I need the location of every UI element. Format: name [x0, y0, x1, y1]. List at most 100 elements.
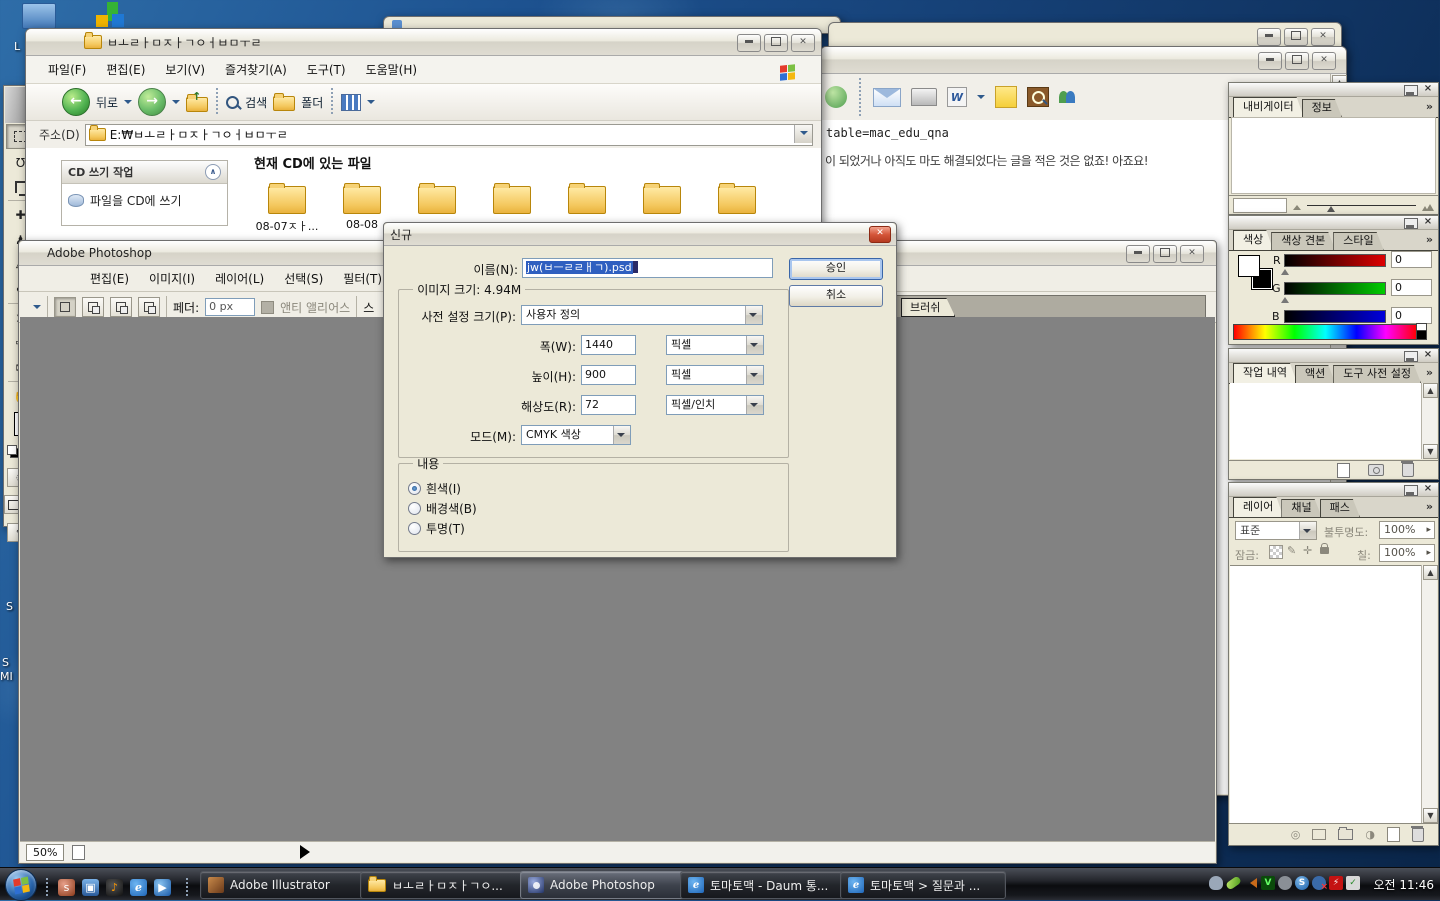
b-value-field[interactable]: 0 [1391, 307, 1432, 324]
minimize-icon[interactable] [1404, 485, 1418, 496]
delete-state-icon[interactable] [1402, 463, 1414, 477]
folders-button[interactable] [273, 94, 295, 110]
menu-file[interactable]: 파일(F) [39, 58, 95, 81]
tab-channels[interactable]: 채널 [1281, 499, 1321, 517]
folder-item[interactable] [643, 186, 681, 214]
fill-field[interactable]: 100% [1379, 544, 1435, 562]
views-icon[interactable] [341, 94, 361, 111]
address-input[interactable]: E:₩ㅂㅗㄹㅏㅁㅈㅏㄱㅇㅓㅂㅁㅜㄹ [85, 124, 813, 146]
radio-background-row[interactable]: 배경색(B) [408, 500, 477, 517]
close-button[interactable]: ✕ [869, 226, 891, 243]
maximize-button[interactable] [1285, 52, 1309, 70]
menu-favorites[interactable]: 즐겨찾기(A) [216, 58, 296, 81]
quicklaunch-ie-icon[interactable]: e [130, 879, 147, 896]
r-value-field[interactable]: 0 [1391, 251, 1432, 268]
window-controls[interactable]: ✕ [1258, 52, 1336, 70]
zoom-slider[interactable] [1307, 205, 1416, 206]
palette-menu-icon[interactable]: » [1426, 233, 1433, 246]
menu-select[interactable]: 선택(S) [275, 268, 332, 289]
maximize-button[interactable] [764, 34, 788, 52]
power-alert-icon[interactable]: ⚡ [1329, 876, 1343, 890]
close-button[interactable]: ✕ [1180, 245, 1204, 263]
folder-item[interactable] [718, 186, 756, 214]
menu-view[interactable]: 보기(V) [156, 58, 214, 81]
tab-navigator[interactable]: 내비게이터 [1233, 97, 1304, 117]
taskbar-button-folder[interactable]: ㅂㅗㄹㅏㅁㅈㅏㄱㅇ... [360, 871, 526, 899]
tab-info[interactable]: 정보 [1302, 99, 1342, 117]
layers-scrollbar[interactable]: ▲ ▼ [1421, 565, 1437, 823]
g-slider[interactable] [1284, 282, 1386, 295]
minimize-button[interactable] [1258, 52, 1282, 70]
g-value-field[interactable]: 0 [1391, 279, 1432, 296]
width-input[interactable]: 1440 [581, 335, 636, 355]
tab-history[interactable]: 작업 내역 [1233, 363, 1297, 383]
tab-swatches[interactable]: 색상 견본 [1271, 232, 1335, 250]
opacity-field[interactable]: 100% [1379, 521, 1435, 539]
start-button[interactable] [5, 869, 37, 901]
brushes-palette-tab[interactable]: 브러쉬 [901, 298, 955, 317]
taskbar-button-qna[interactable]: e 토마토맥 > 질문과 ... [840, 871, 1006, 899]
word-icon[interactable]: W [947, 87, 967, 107]
resolution-input[interactable]: 72 [581, 395, 636, 415]
minimize-icon[interactable] [1404, 85, 1418, 96]
height-input[interactable]: 900 [581, 365, 636, 385]
b-slider[interactable] [1284, 310, 1386, 323]
folder-label[interactable]: 08-07ㅈㅏ... [251, 218, 323, 234]
tab-tool-presets[interactable]: 도구 사전 설정 [1333, 365, 1421, 383]
height-unit-select[interactable]: 픽셀 [666, 365, 764, 385]
width-unit-select[interactable]: 픽셀 [666, 335, 764, 355]
intersect-selection-button[interactable] [138, 297, 160, 317]
folders-label[interactable]: 폴더 [301, 94, 323, 111]
menu-tools[interactable]: 도구(T) [298, 58, 355, 81]
tab-layers[interactable]: 레이어 [1233, 497, 1283, 517]
pointer-icon[interactable] [1209, 876, 1223, 890]
document-info-icon[interactable] [72, 845, 85, 860]
palette-title-bar[interactable]: × [1229, 349, 1438, 363]
g-slider-thumb[interactable] [1281, 293, 1289, 303]
back-dropdown-icon[interactable] [124, 100, 132, 108]
close-button[interactable]: ✕ [1312, 52, 1336, 70]
minimize-button[interactable] [1126, 245, 1150, 263]
back-label[interactable]: 뒤로 [96, 94, 118, 111]
window-controls[interactable]: ✕ [1126, 245, 1204, 263]
close-icon[interactable]: × [1422, 83, 1434, 94]
zoom-out-icon[interactable] [1293, 201, 1301, 210]
minimize-icon[interactable] [1404, 218, 1418, 229]
default-colors-icon2[interactable] [7, 445, 17, 455]
menu-edit[interactable]: 편집(E) [81, 268, 138, 289]
add-selection-button[interactable] [82, 297, 104, 317]
adjustment-layer-icon[interactable]: ◑ [1365, 828, 1375, 841]
lock-all-icon[interactable] [1320, 547, 1329, 554]
resolution-unit-select[interactable]: 픽셀/인치 [666, 395, 764, 415]
window-controls[interactable]: ✕ [1257, 28, 1335, 46]
palette-menu-icon[interactable]: » [1426, 366, 1433, 379]
preset-select[interactable]: 사용자 정의 [521, 305, 763, 325]
r-slider-thumb[interactable] [1281, 265, 1289, 275]
maximize-button[interactable] [1153, 245, 1177, 263]
palette-menu-icon[interactable]: » [1426, 100, 1433, 113]
menu-image[interactable]: 이미지(I) [140, 268, 204, 289]
menu-help[interactable]: 도움말(H) [357, 58, 427, 81]
history-scrollbar[interactable]: ▲ ▼ [1421, 383, 1437, 459]
close-icon[interactable]: × [1422, 216, 1434, 227]
back-button[interactable]: ← [62, 88, 90, 116]
subtract-selection-button[interactable] [110, 297, 132, 317]
layer-style-icon[interactable]: ◎ [1291, 828, 1301, 841]
taskbar-button-photoshop[interactable]: Adobe Photoshop [520, 871, 686, 899]
messenger-s-icon[interactable]: S [1295, 876, 1309, 890]
forward-button[interactable]: → [138, 88, 166, 116]
mascot-icon[interactable] [1278, 876, 1292, 890]
palette-title-bar[interactable]: × [1229, 83, 1438, 97]
messenger-icon[interactable] [1059, 91, 1075, 103]
quicklaunch-show-icon[interactable]: s [58, 879, 75, 896]
status-bar-arrow-icon[interactable] [300, 845, 317, 859]
v3-icon[interactable]: V [1261, 876, 1275, 890]
desktop-blocks-icon[interactable] [95, 2, 127, 30]
taskbar-button-daum[interactable]: e 토마토맥 - Daum 통... [680, 871, 846, 899]
task-pane-header[interactable]: CD 쓰기 작업 ∧ [62, 161, 227, 184]
name-input[interactable]: jw(ㅂㅡㄹㄹㅐㄱ).psd [522, 258, 773, 278]
search-icon[interactable] [226, 96, 239, 109]
menu-edit[interactable]: 편집(E) [97, 58, 154, 81]
minimize-button[interactable] [737, 34, 761, 52]
folder-item[interactable] [268, 186, 306, 214]
